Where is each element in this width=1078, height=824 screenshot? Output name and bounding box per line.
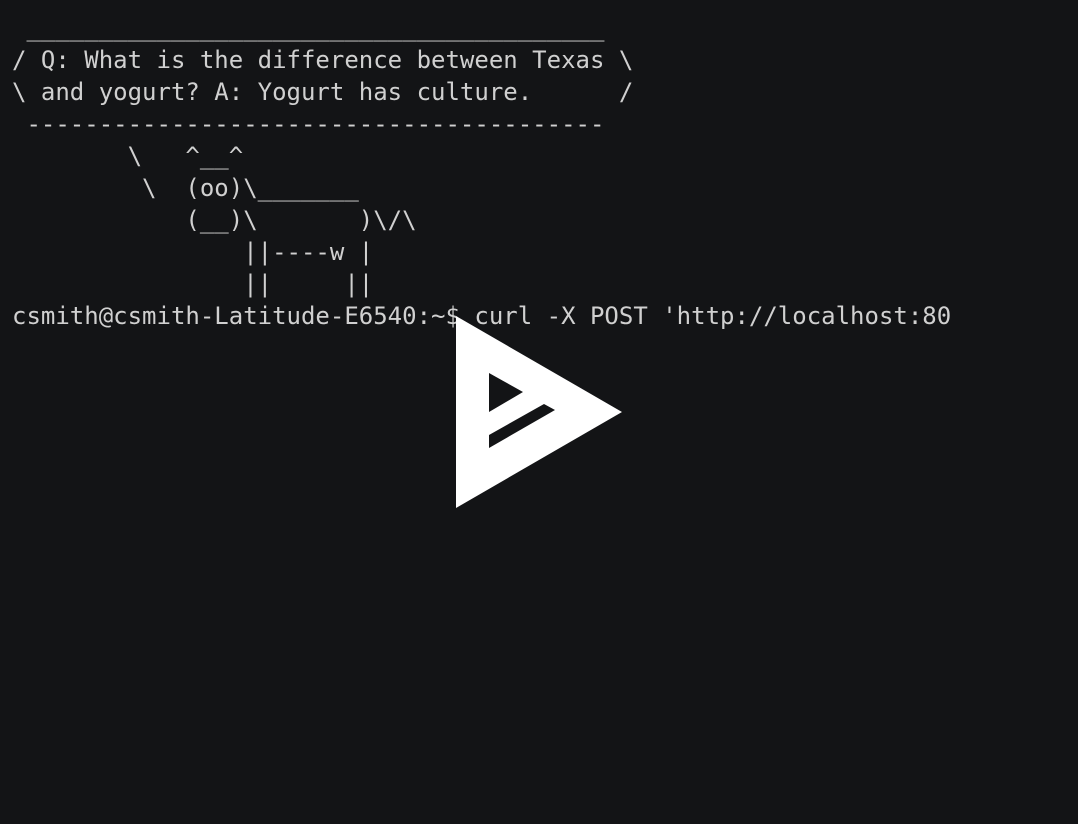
cow-art-line-4: ||----w |	[12, 238, 374, 266]
cowsay-bubble-line-2: \ and yogurt? A: Yogurt has culture. /	[12, 78, 634, 106]
cowsay-bubble-line-1: / Q: What is the difference between Texa…	[12, 46, 634, 74]
cow-art-line-5: || ||	[12, 270, 374, 298]
play-logo-icon	[456, 316, 622, 508]
cowsay-bubble-bottom: ----------------------------------------	[12, 110, 605, 138]
terminal-output: ________________________________________…	[12, 12, 951, 332]
cow-art-line-3: (__)\ )\/\	[12, 206, 417, 234]
cow-art-line-1: \ ^__^	[12, 142, 244, 170]
cowsay-bubble-top: ________________________________________	[12, 14, 605, 42]
cow-art-line-2: \ (oo)\_______	[12, 174, 359, 202]
terminal-window: ________________________________________…	[0, 0, 1078, 824]
play-button[interactable]	[456, 316, 622, 508]
